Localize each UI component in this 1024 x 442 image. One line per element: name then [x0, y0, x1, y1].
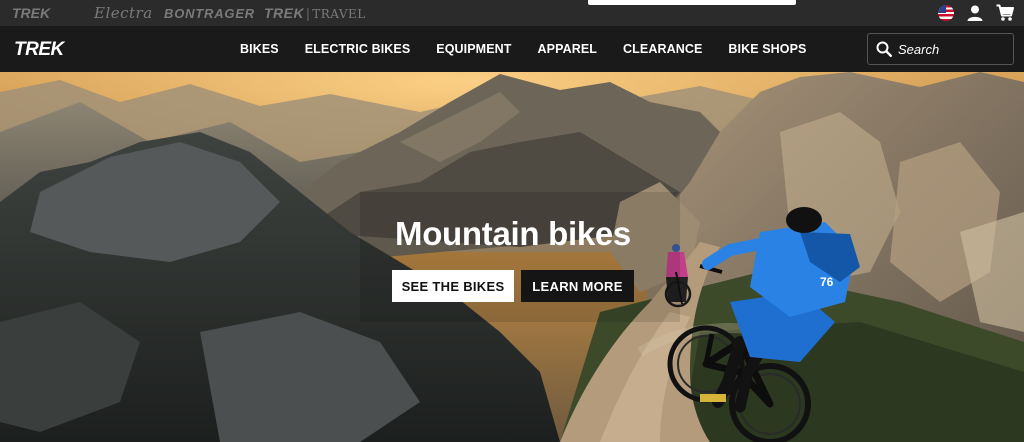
hero-headline: Mountain bikes	[0, 215, 1024, 253]
user-icon[interactable]	[966, 4, 984, 22]
see-the-bikes-button[interactable]: SEE THE BIKES	[392, 270, 514, 302]
nav-item-apparel[interactable]: APPAREL	[538, 42, 598, 56]
primary-nav-links: BIKES ELECTRIC BIKES EQUIPMENT APPAREL C…	[240, 26, 833, 72]
nav-item-bikes[interactable]: BIKES	[240, 42, 279, 56]
trek-logo[interactable]: TREK	[14, 39, 64, 61]
trek-travel-separator: |	[306, 5, 311, 21]
learn-more-button[interactable]: LEARN MORE	[521, 270, 634, 302]
search-input[interactable]: Search	[867, 33, 1014, 65]
brand-link-trek-travel[interactable]: TREK | TRAVEL	[264, 5, 366, 21]
trek-travel-word-travel: TRAVEL	[312, 7, 366, 21]
hero-banner: 76 Mountain bikes SEE THE BIKES LEARN MO…	[0, 72, 1024, 442]
search-placeholder: Search	[898, 42, 940, 57]
us-flag-icon[interactable]	[938, 5, 954, 21]
top-popover-strip	[588, 0, 796, 5]
search-icon	[876, 41, 893, 62]
nav-item-equipment[interactable]: EQUIPMENT	[436, 42, 511, 56]
hero-image: 76	[0, 72, 1024, 442]
nav-item-electric-bikes[interactable]: ELECTRIC BIKES	[305, 42, 411, 56]
trek-travel-word-trek: TREK	[264, 5, 305, 21]
nav-item-clearance[interactable]: CLEARANCE	[623, 42, 702, 56]
brand-link-bontrager[interactable]: BONTRAGER	[164, 6, 255, 21]
nav-item-bike-shops[interactable]: BIKE SHOPS	[728, 42, 806, 56]
rider-jersey-number: 76	[820, 275, 834, 289]
hero-headline-text: Mountain bikes	[395, 215, 631, 252]
brand-bar: TREK Electra BONTRAGER TREK | TRAVEL	[0, 0, 1024, 26]
cart-icon[interactable]	[996, 4, 1014, 22]
brand-link-electra[interactable]: Electra	[94, 4, 153, 22]
main-nav: TREK BIKES ELECTRIC BIKES EQUIPMENT APPA…	[0, 26, 1024, 72]
utility-icons	[938, 4, 1014, 22]
brand-link-trek[interactable]: TREK	[12, 5, 50, 21]
